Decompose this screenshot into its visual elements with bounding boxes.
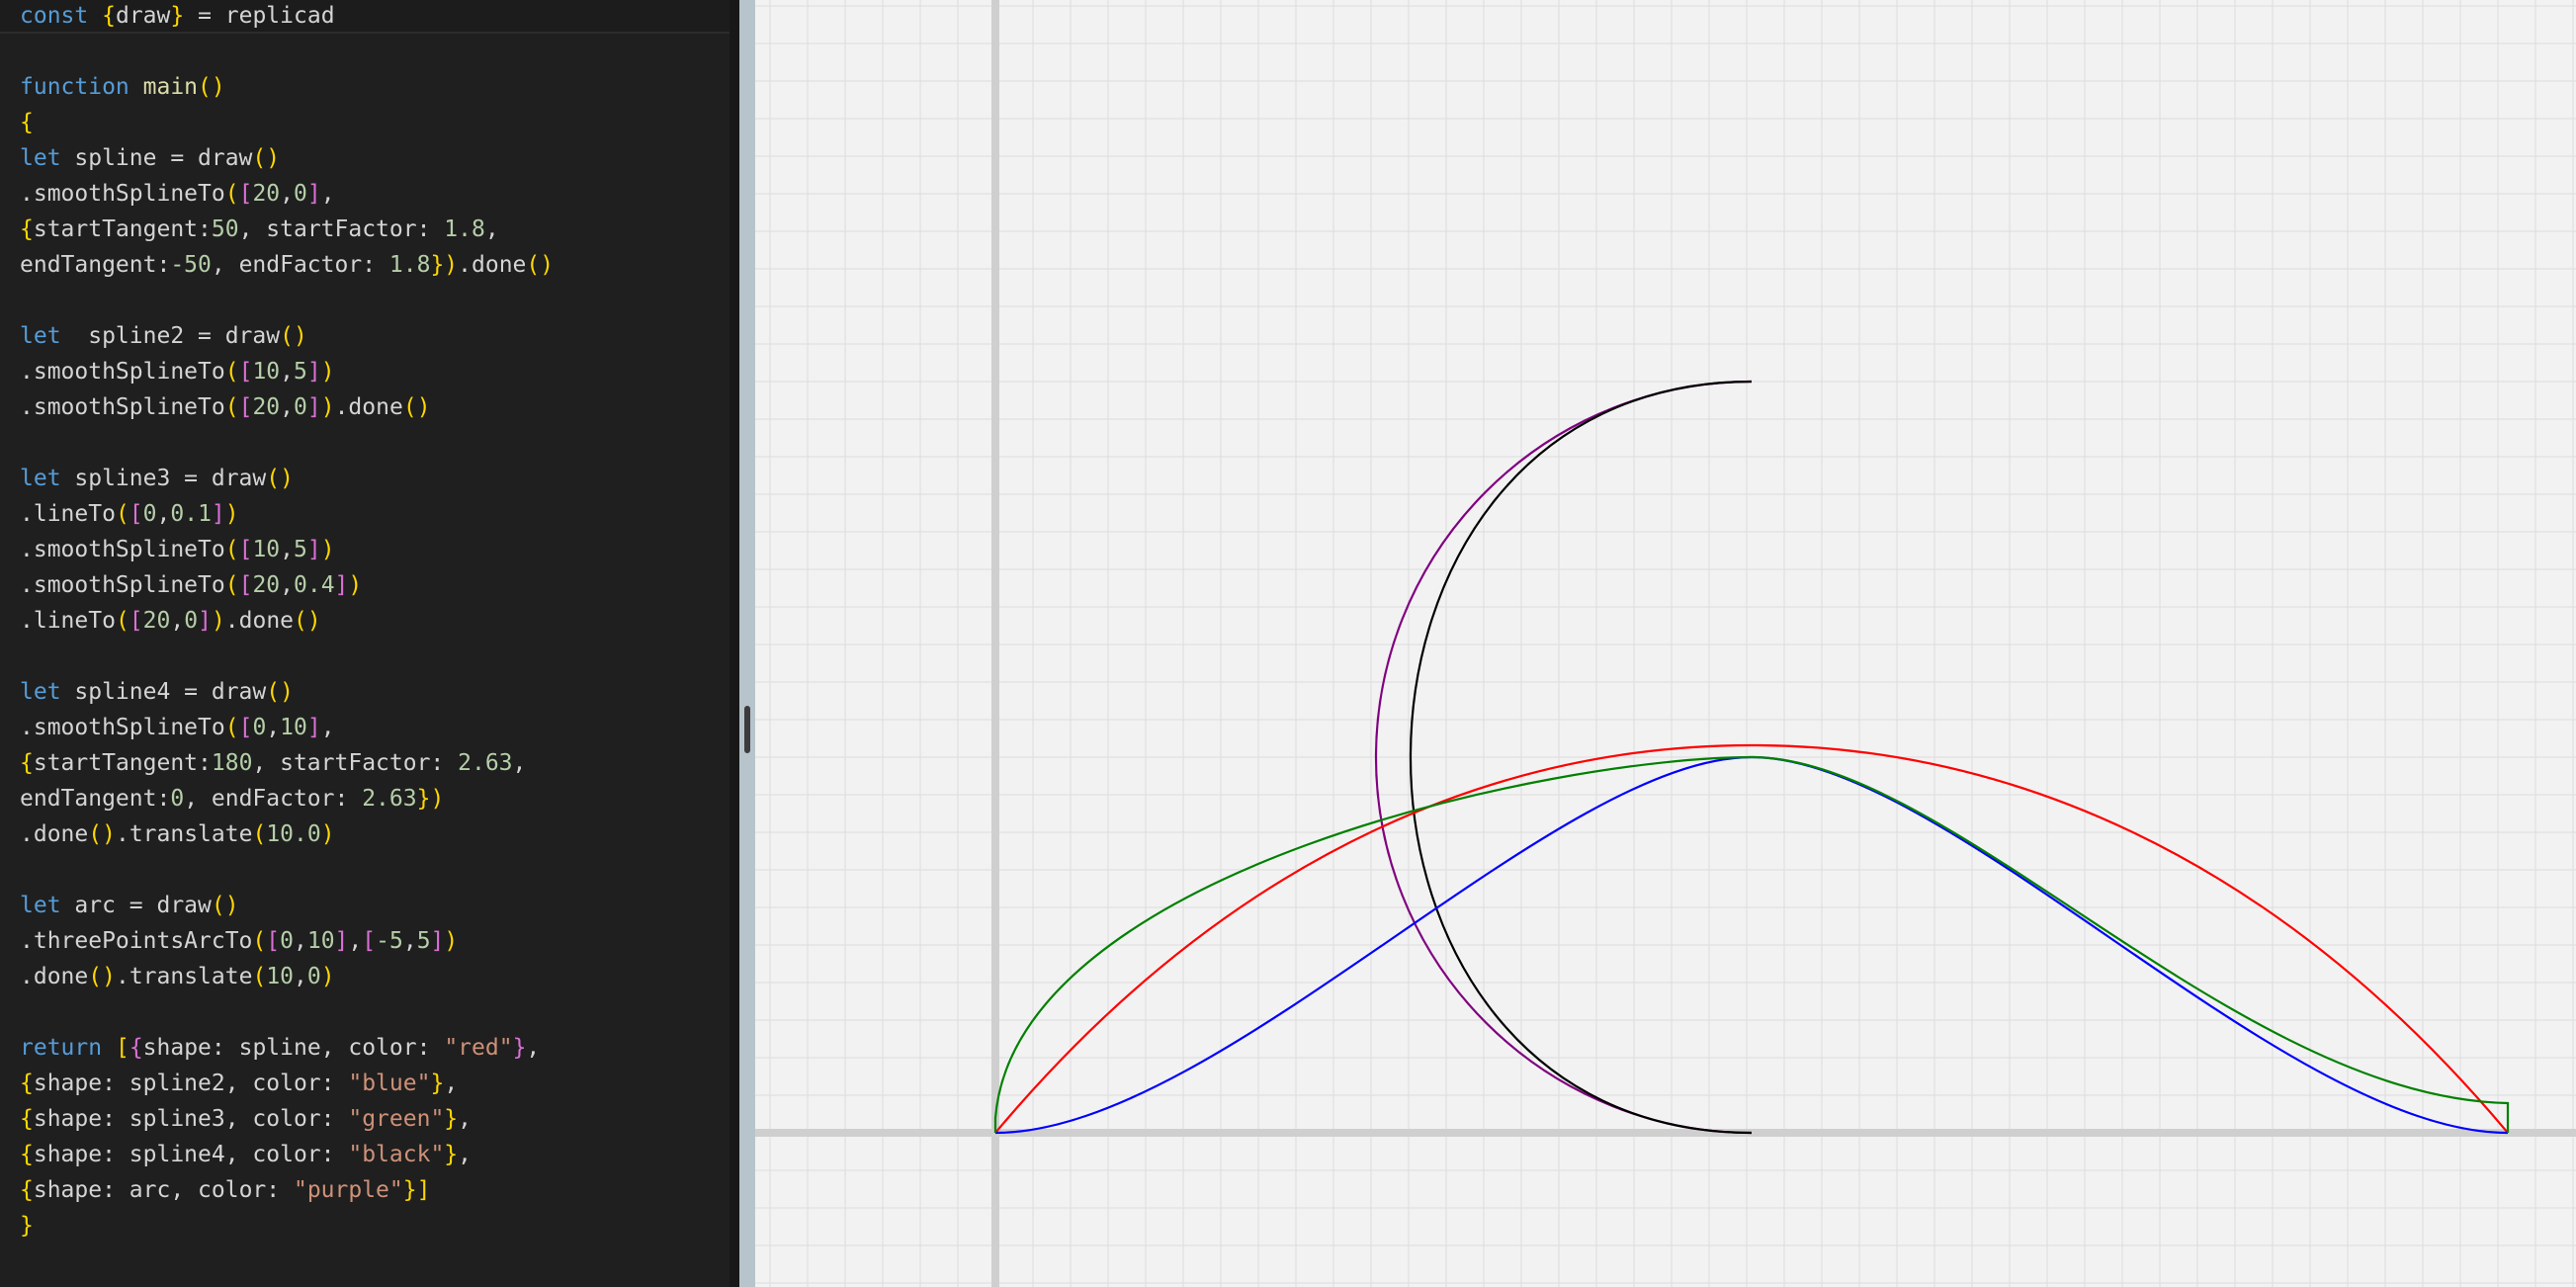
code-line: } (20, 1213, 34, 1239)
code-line: { (20, 110, 34, 135)
code-line: const {draw} = replicad (20, 3, 335, 29)
pane-splitter[interactable] (739, 0, 755, 1287)
code-lines: const {draw} = replicad function main() {… (20, 0, 554, 1245)
code-line: .threePointsArcTo([0,10],[-5,5]) (20, 928, 459, 954)
code-line: .done().translate(10.0) (20, 821, 335, 847)
code-line: {shape: spline4, color: "black"}, (20, 1142, 472, 1167)
code-line: {shape: spline2, color: "blue"}, (20, 1071, 459, 1096)
code-line: .smoothSplineTo([20,0.4]) (20, 572, 363, 598)
code-line: let spline = draw() (20, 145, 281, 171)
code-line: .done().translate(10,0) (20, 964, 335, 989)
code-line: .lineTo([0,0.1]) (20, 501, 239, 527)
code-line: .smoothSplineTo([0,10], (20, 715, 335, 740)
code-line: let arc = draw() (20, 893, 239, 918)
code-line: {startTangent:180, startFactor: 2.63, (20, 750, 527, 776)
code-line: .smoothSplineTo([10,5]) (20, 359, 335, 385)
code-line: .lineTo([20,0]).done() (20, 608, 321, 634)
code-line: .smoothSplineTo([10,5]) (20, 537, 335, 562)
code-line: {startTangent:50, startFactor: 1.8, (20, 216, 499, 242)
viewer-canvas[interactable] (755, 0, 2576, 1287)
code-editor[interactable]: const {draw} = replicad function main() {… (0, 0, 739, 1287)
shape-spline (994, 743, 2509, 1134)
code-line: {shape: arc, color: "purple"}] (20, 1177, 431, 1203)
code-line: return [{shape: spline, color: "red"}, (20, 1035, 541, 1061)
code-line: let spline3 = draw() (20, 466, 294, 491)
shape-viewer[interactable] (755, 0, 2576, 1287)
code-line: endTangent:0, endFactor: 2.63}) (20, 786, 445, 812)
code-line: endTangent:-50, endFactor: 1.8}).done() (20, 252, 555, 278)
splitter-handle[interactable] (744, 706, 750, 753)
code-line: function main() (20, 74, 225, 100)
editor-edge (730, 0, 739, 1287)
code-line: let spline2 = draw() (20, 323, 307, 349)
code-line: .smoothSplineTo([20,0]).done() (20, 394, 431, 420)
code-line: {shape: spline3, color: "green"}, (20, 1106, 472, 1132)
code-line: .smoothSplineTo([20,0], (20, 181, 335, 207)
code-line: let spline4 = draw() (20, 679, 294, 705)
